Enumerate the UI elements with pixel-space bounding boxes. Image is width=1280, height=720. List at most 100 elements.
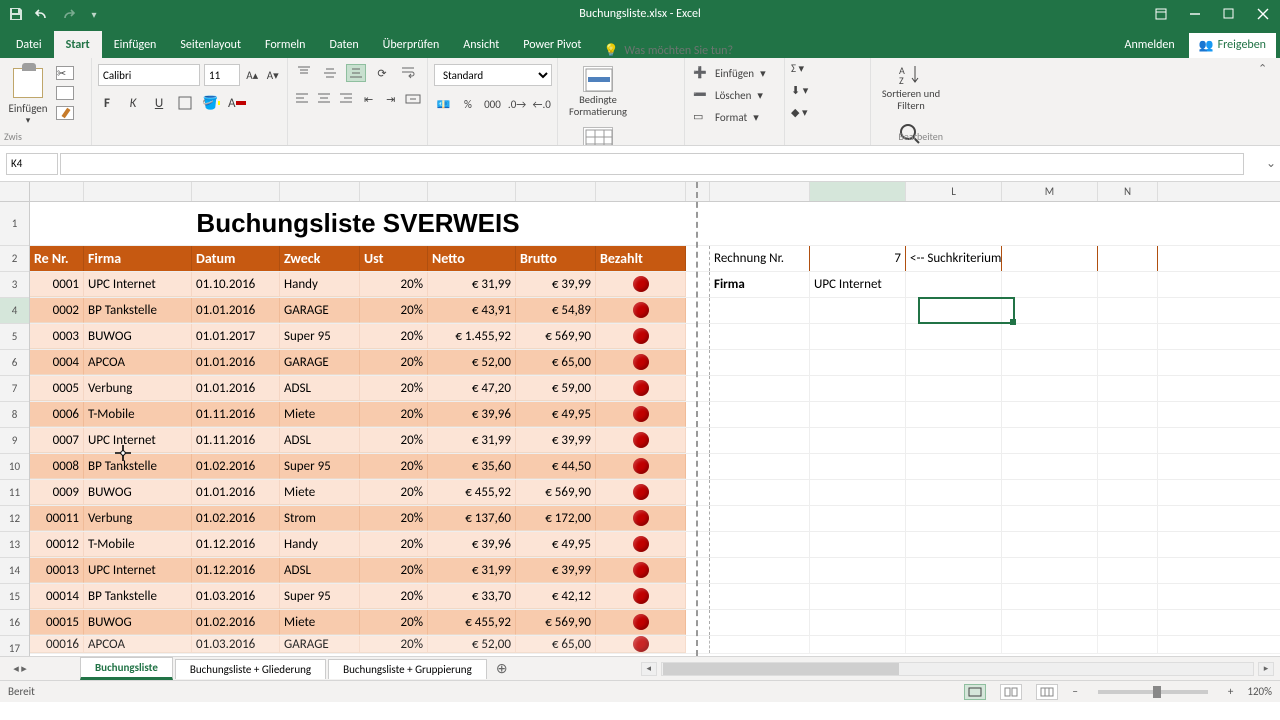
cell[interactable]: Handy <box>280 532 360 557</box>
cell[interactable] <box>810 298 906 323</box>
cell[interactable]: 01.11.2016 <box>192 402 280 427</box>
orientation-button[interactable]: ⟳ <box>372 64 392 82</box>
redo-icon[interactable] <box>60 6 76 22</box>
italic-button[interactable]: K <box>124 94 142 112</box>
clear-button[interactable]: ◆ ▾ <box>791 106 811 122</box>
zoom-slider[interactable] <box>1098 690 1208 694</box>
cell[interactable] <box>686 532 710 557</box>
cell[interactable] <box>906 202 1002 245</box>
underline-button[interactable]: U <box>150 94 168 112</box>
cell[interactable]: BUWOG <box>84 324 192 349</box>
cell[interactable] <box>710 350 810 375</box>
cell[interactable]: 01.12.2016 <box>192 558 280 583</box>
cell[interactable]: UPC Internet <box>84 272 192 297</box>
cell[interactable]: APCOA <box>84 636 192 653</box>
cell[interactable]: 01.01.2016 <box>192 350 280 375</box>
cell[interactable] <box>1002 298 1098 323</box>
cell[interactable]: € 31,99 <box>428 558 516 583</box>
cell[interactable] <box>1002 532 1098 557</box>
cell[interactable] <box>686 402 710 427</box>
share-button[interactable]: 👥 Freigeben <box>1189 33 1276 58</box>
increase-font-button[interactable]: A▴ <box>244 64 261 86</box>
cell[interactable]: BUWOG <box>84 610 192 635</box>
cell[interactable] <box>1002 480 1098 505</box>
cell[interactable]: 01.01.2016 <box>192 376 280 401</box>
cell[interactable] <box>710 454 810 479</box>
tab-ansicht[interactable]: Ansicht <box>451 31 511 58</box>
cell[interactable] <box>906 298 1002 323</box>
cell[interactable] <box>1002 636 1098 653</box>
cell[interactable]: 0001 <box>30 272 84 297</box>
fill-button[interactable]: ⬇ ▾ <box>791 84 811 100</box>
cell[interactable]: ADSL <box>280 376 360 401</box>
cell[interactable] <box>1002 584 1098 609</box>
align-right-button[interactable] <box>338 90 354 108</box>
signin-link[interactable]: Anmelden <box>1115 32 1185 58</box>
cell[interactable] <box>1002 350 1098 375</box>
cell[interactable] <box>710 202 810 245</box>
cell[interactable]: BP Tankstelle <box>84 454 192 479</box>
wrap-text-button[interactable] <box>398 64 418 82</box>
cell[interactable] <box>810 584 906 609</box>
cell[interactable] <box>710 402 810 427</box>
copy-button[interactable] <box>56 86 74 100</box>
cell[interactable] <box>710 324 810 349</box>
cell[interactable] <box>1098 376 1158 401</box>
cell[interactable] <box>596 636 686 653</box>
zoom-in-button[interactable]: + <box>1228 685 1233 698</box>
select-all-button[interactable] <box>0 182 30 201</box>
row-header[interactable]: 12 <box>0 506 29 532</box>
cell[interactable] <box>596 610 686 635</box>
cell[interactable]: 20% <box>360 324 428 349</box>
cell[interactable] <box>906 324 1002 349</box>
cell[interactable]: 0007 <box>30 428 84 453</box>
cell[interactable] <box>1098 636 1158 653</box>
row-header[interactable]: 9 <box>0 428 29 454</box>
conditional-formatting-button[interactable]: Bedingte Formatierung <box>566 62 630 117</box>
format-cells-button[interactable]: ▭Format ▾ <box>693 106 776 128</box>
cell[interactable]: 01.02.2016 <box>192 506 280 531</box>
col-header[interactable] <box>30 182 84 201</box>
cell[interactable] <box>1098 454 1158 479</box>
cell[interactable]: 00016 <box>30 636 84 653</box>
row-header[interactable]: 11 <box>0 480 29 506</box>
cell[interactable] <box>686 610 710 635</box>
cell[interactable]: T-Mobile <box>84 532 192 557</box>
cell[interactable] <box>710 636 810 653</box>
tab-einfuegen[interactable]: Einfügen <box>102 31 169 58</box>
cell[interactable] <box>1002 324 1098 349</box>
cell[interactable] <box>906 636 1002 653</box>
collapse-ribbon-button[interactable]: ⌃ <box>1258 62 1276 76</box>
ribbon-display-options-icon[interactable] <box>1144 0 1178 28</box>
cell[interactable]: € 31,99 <box>428 272 516 297</box>
scroll-thumb[interactable] <box>663 663 899 675</box>
cell[interactable]: € 39,96 <box>428 402 516 427</box>
cell[interactable] <box>710 506 810 531</box>
sheet-tab[interactable]: Buchungsliste + Gruppierung <box>328 659 487 679</box>
cell[interactable] <box>810 350 906 375</box>
format-as-table-button[interactable]: Als Tabelle formatieren <box>566 123 630 146</box>
cell[interactable] <box>906 376 1002 401</box>
cell[interactable] <box>596 558 686 583</box>
cell[interactable]: Super 95 <box>280 584 360 609</box>
col-header[interactable]: N <box>1098 182 1158 201</box>
col-header[interactable] <box>280 182 360 201</box>
align-bottom-button[interactable] <box>346 64 366 82</box>
scroll-right-button[interactable]: ▸ <box>1258 662 1274 676</box>
expand-formula-bar-button[interactable]: ⌄ <box>1262 156 1280 171</box>
align-center-button[interactable] <box>316 90 332 108</box>
cell[interactable]: € 59,00 <box>516 376 596 401</box>
normal-view-button[interactable] <box>964 684 986 700</box>
page-layout-view-button[interactable] <box>1000 684 1022 700</box>
cell[interactable]: € 172,00 <box>516 506 596 531</box>
undo-icon[interactable] <box>34 6 50 22</box>
cell[interactable] <box>1002 454 1098 479</box>
col-header[interactable] <box>192 182 280 201</box>
borders-button[interactable] <box>176 94 194 112</box>
cell[interactable] <box>686 202 710 245</box>
cell[interactable]: 7 <box>810 246 906 271</box>
maximize-button[interactable] <box>1212 0 1246 28</box>
cell[interactable] <box>710 558 810 583</box>
cell[interactable] <box>596 402 686 427</box>
bold-button[interactable]: F <box>98 94 116 112</box>
